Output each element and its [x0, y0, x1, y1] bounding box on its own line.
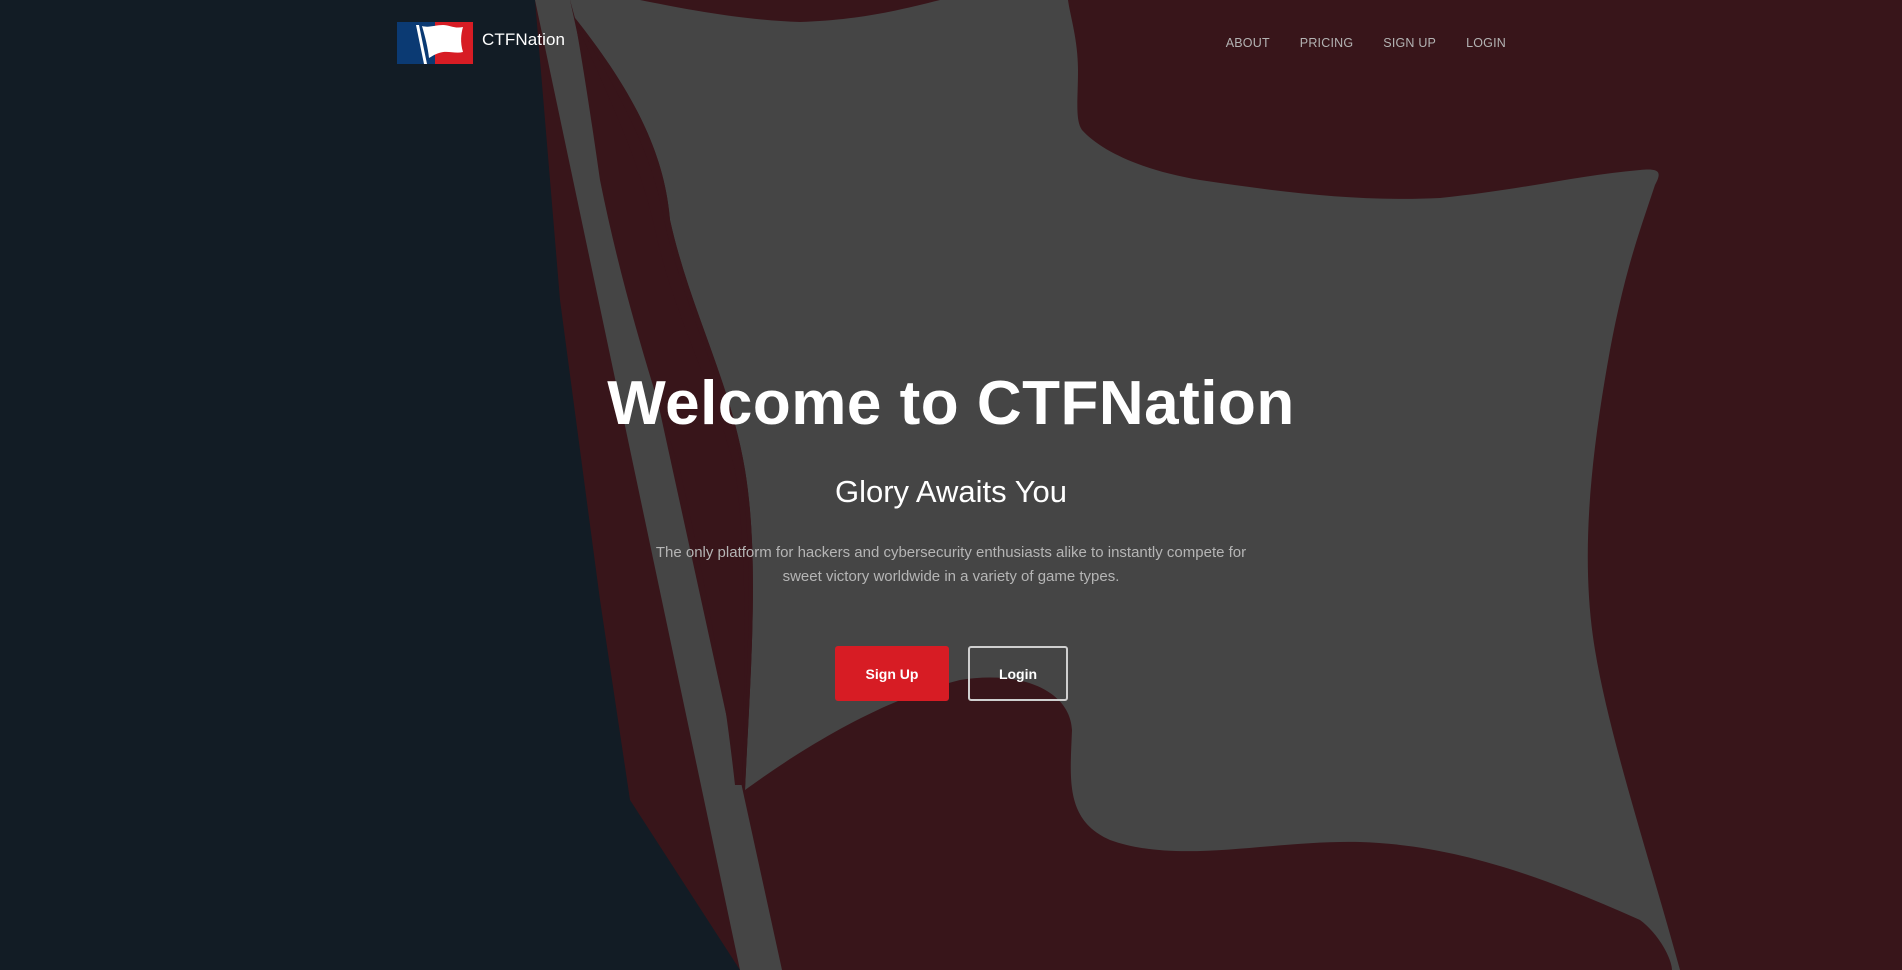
nav-pricing-link[interactable]: PRICING [1300, 36, 1354, 50]
nav-login-link[interactable]: LOGIN [1466, 36, 1506, 50]
navbar: CTFNation ABOUT PRICING SIGN UP LOGIN [0, 0, 1902, 90]
nav-about-link[interactable]: ABOUT [1226, 36, 1270, 50]
brand-name: CTFNation [482, 30, 566, 49]
hero-description: The only platform for hackers and cybers… [655, 544, 1247, 585]
page: CTFNation ABOUT PRICING SIGN UP LOGIN We… [0, 0, 1902, 970]
flag-logo-icon [397, 22, 473, 64]
hero-subtitle: Glory Awaits You [834, 474, 1068, 509]
hero-title: Welcome to CTFNation [607, 369, 1295, 438]
nav-links: ABOUT PRICING SIGN UP LOGIN [1196, 36, 1506, 50]
nav-signup-link[interactable]: SIGN UP [1383, 36, 1436, 50]
login-button[interactable]: Login [968, 646, 1068, 701]
sign-up-button[interactable]: Sign Up [835, 646, 949, 701]
brand-link[interactable]: CTFNation [397, 22, 565, 64]
